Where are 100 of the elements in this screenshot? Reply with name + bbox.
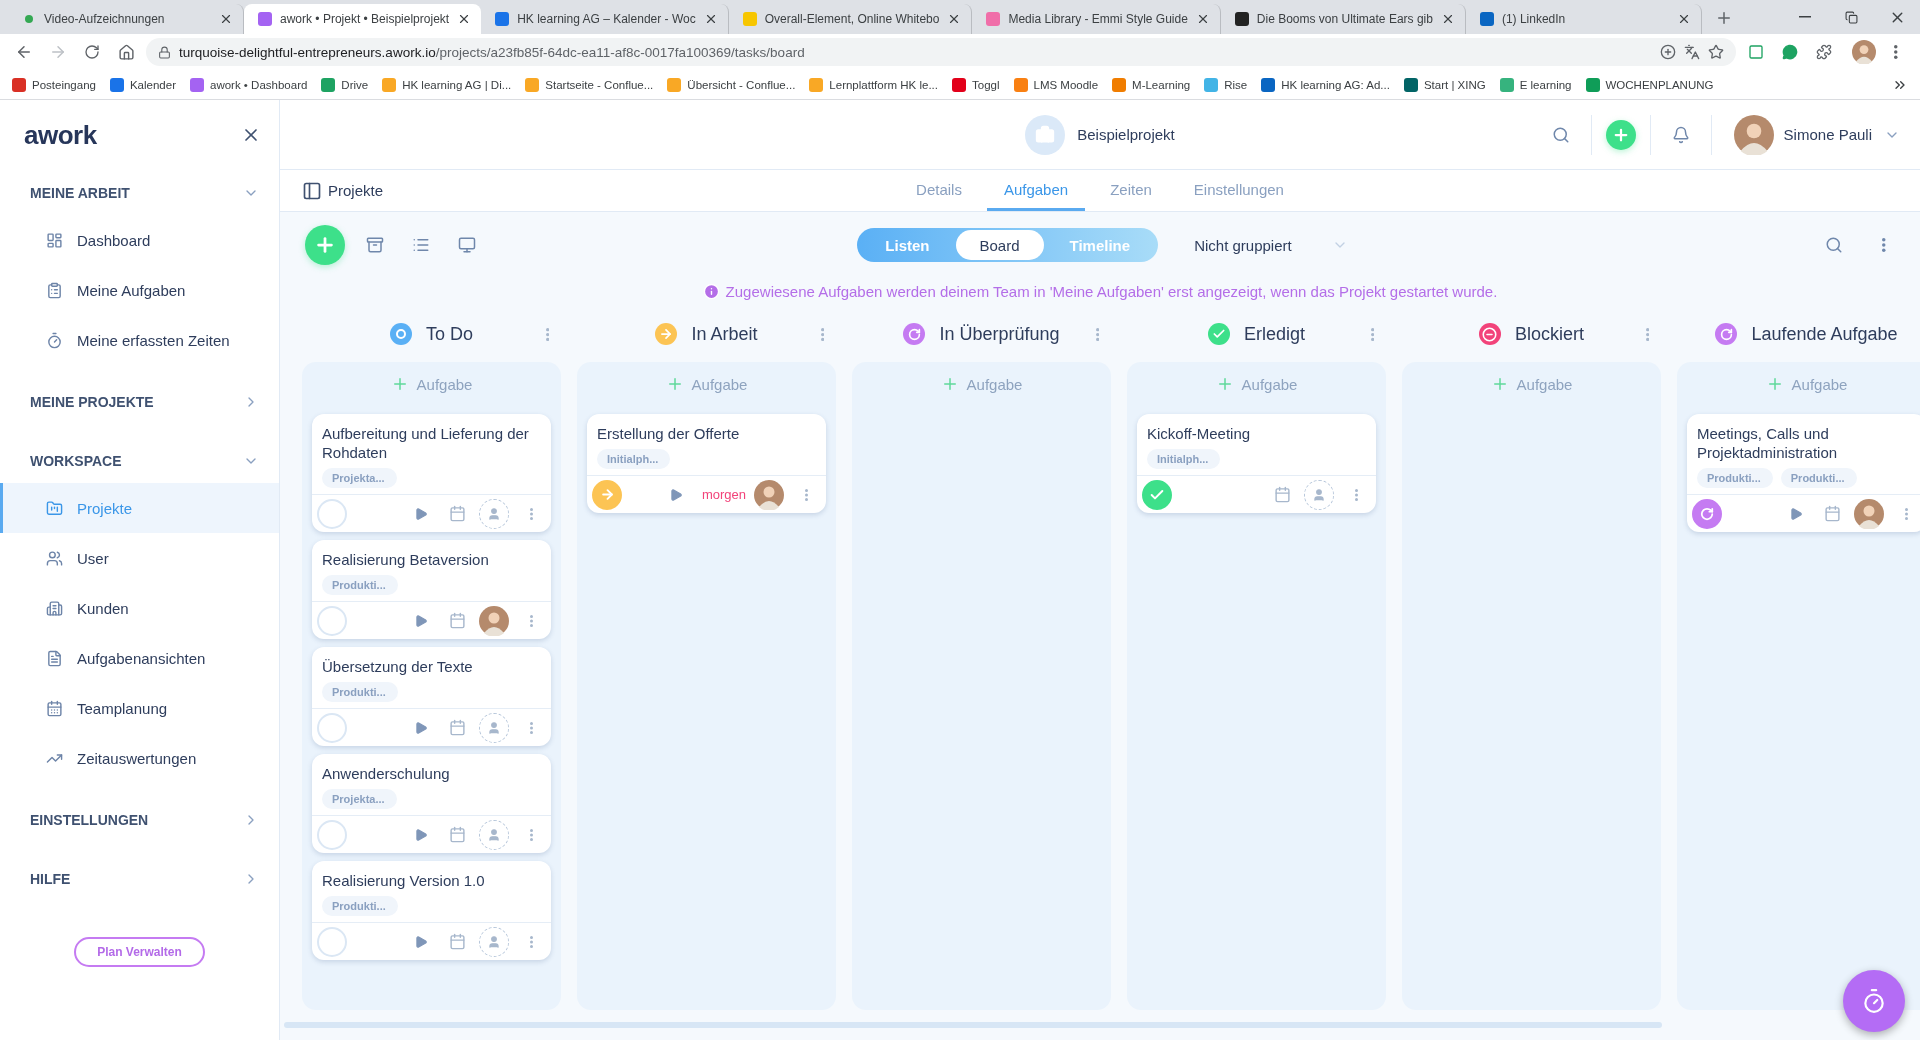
section-header[interactable]: WORKSPACE bbox=[0, 438, 279, 483]
status-circle[interactable] bbox=[317, 712, 347, 743]
nav-item[interactable]: Meine erfassten Zeiten bbox=[0, 315, 279, 365]
task-title: Anwenderschulung bbox=[321, 764, 451, 784]
status-circle[interactable] bbox=[317, 819, 347, 850]
bookmark-link[interactable]: M-Learning bbox=[1112, 77, 1191, 92]
bookmark-link[interactable]: LMS Moodle bbox=[1013, 77, 1099, 92]
bookmark-link[interactable]: E learning bbox=[1499, 77, 1572, 92]
clipboard-icon bbox=[46, 281, 63, 299]
nav-item[interactable]: Teamplanung bbox=[0, 683, 279, 733]
bookmark-link[interactable]: HK learning AG | Di... bbox=[382, 77, 512, 92]
browser-tab[interactable]: Overall-Element, Online Whitebo bbox=[728, 4, 973, 34]
assignee-avatar bbox=[1854, 498, 1884, 529]
nav-item[interactable]: Meine Aufgaben bbox=[0, 265, 279, 315]
bookmark-link[interactable]: Toggl bbox=[952, 77, 1000, 92]
column-menu-button[interactable] bbox=[545, 327, 549, 341]
status-circle[interactable] bbox=[317, 926, 347, 957]
browser-tab[interactable]: Die Booms von Ultimate Ears gib bbox=[1220, 4, 1466, 34]
bookmark-link[interactable]: Drive bbox=[321, 77, 369, 92]
puzzle-icon bbox=[1816, 44, 1832, 60]
play-icon bbox=[414, 720, 428, 735]
calendar-icon bbox=[1273, 486, 1291, 503]
star-icon[interactable] bbox=[1708, 44, 1724, 60]
status-arrow-button[interactable] bbox=[592, 479, 622, 510]
play-icon bbox=[1789, 506, 1803, 521]
task-card[interactable]: Meetings, Calls und Projektadministration Produkti... Produkti... bbox=[1687, 414, 1920, 532]
status-refresh-button[interactable] bbox=[1692, 498, 1722, 529]
address-bar[interactable]: turquoise-delightful-entrepreneurs.awork.io/projects/a23fb85f-64dc-ea11-af8c-0017fa100369/tasks/board bbox=[146, 38, 1736, 66]
task-card[interactable]: Übersetzung der Texte Produkti... bbox=[312, 647, 551, 746]
bookmark-link[interactable]: awork • Dashboard bbox=[190, 77, 308, 92]
section-header[interactable]: HILFE bbox=[0, 856, 279, 901]
kebab-icon bbox=[1095, 327, 1099, 341]
tab-title: (1) LinkedIn bbox=[1501, 12, 1567, 26]
browser-tab[interactable]: awork • Projekt • Beispielprojekt bbox=[244, 4, 482, 34]
task-card[interactable]: Realisierung Betaversion Produkti... bbox=[312, 540, 551, 639]
kebab-icon bbox=[529, 828, 533, 841]
add-task-button[interactable] bbox=[305, 225, 345, 265]
task-card[interactable]: Aufbereitung und Lieferung der Rohdaten Projekta... bbox=[312, 414, 551, 532]
kebab-icon bbox=[1904, 507, 1908, 520]
browser-tab[interactable]: HK learning AG – Kalender - Woc bbox=[481, 4, 729, 34]
kebab-icon bbox=[1354, 488, 1358, 501]
task-title: Kickoff-Meeting bbox=[1146, 424, 1252, 444]
home-icon bbox=[117, 43, 135, 61]
task-tag: Projekta... bbox=[322, 468, 397, 488]
bookmark-link[interactable]: WOCHENPLANUNG bbox=[1585, 77, 1714, 92]
add-button[interactable] bbox=[1605, 119, 1636, 150]
nav-item[interactable]: Dashboard bbox=[0, 215, 279, 265]
bookmark-link[interactable]: HK learning AG: Ad... bbox=[1261, 77, 1390, 92]
bookmark-link[interactable]: Kalender bbox=[109, 77, 176, 92]
translate-icon[interactable] bbox=[1684, 44, 1700, 60]
browser-tab[interactable]: (1) LinkedIn bbox=[1465, 4, 1702, 34]
scrollbar[interactable] bbox=[284, 1022, 1662, 1028]
status-check-button[interactable] bbox=[1142, 479, 1172, 510]
restore-icon bbox=[1844, 10, 1858, 24]
task-tag: Projekta... bbox=[322, 789, 397, 809]
stopwatch-icon bbox=[1861, 988, 1887, 1014]
browser-tab[interactable]: Media Library - Emmi Style Guide bbox=[972, 4, 1221, 34]
grouping-dropdown[interactable]: Nicht gruppiert bbox=[1178, 236, 1348, 254]
task-card[interactable]: Anwenderschulung Projekta... bbox=[312, 754, 551, 853]
task-tag: Initialph... bbox=[597, 449, 671, 469]
add-icon[interactable] bbox=[1660, 44, 1676, 60]
section-header[interactable]: EINSTELLUNGEN bbox=[0, 797, 279, 842]
list-icon bbox=[412, 236, 430, 254]
briefcase-icon bbox=[1035, 124, 1056, 145]
bookmark-link[interactable]: Übersicht - Conflue... bbox=[667, 77, 796, 92]
task-card[interactable]: Kickoff-Meeting Initialph... bbox=[1137, 414, 1376, 513]
task-tag: Produkti... bbox=[322, 896, 398, 916]
column-title: To Do bbox=[426, 323, 473, 345]
task-card[interactable]: Erstellung der Offerte Initialph... morgen bbox=[587, 414, 826, 513]
plan-button[interactable]: Plan Verwalten bbox=[74, 937, 205, 967]
timer-button[interactable] bbox=[1843, 970, 1905, 1032]
breadcrumb-link[interactable]: Projekte bbox=[302, 170, 900, 211]
column-menu-button[interactable] bbox=[1370, 327, 1374, 341]
bookmark-link[interactable]: Posteingang bbox=[12, 77, 96, 92]
info-icon bbox=[702, 282, 720, 300]
nav-item[interactable]: Aufgabenansichten bbox=[0, 633, 279, 683]
close-icon[interactable] bbox=[219, 12, 233, 26]
calendar-icon bbox=[1823, 505, 1841, 522]
section-header[interactable]: MEINE ARBEIT bbox=[0, 170, 279, 215]
person-icon bbox=[487, 720, 501, 735]
column-menu-button[interactable] bbox=[820, 327, 824, 341]
column-menu-button[interactable] bbox=[1645, 327, 1649, 341]
calendar-icon bbox=[448, 719, 466, 736]
column-menu-button[interactable] bbox=[1095, 327, 1099, 341]
due-date[interactable]: morgen bbox=[701, 487, 746, 502]
task-card[interactable]: Realisierung Version 1.0 Produkti... bbox=[312, 861, 551, 960]
section-header[interactable]: MEINE PROJEKTE bbox=[0, 379, 279, 424]
nav-item[interactable]: Zeitauswertungen bbox=[0, 733, 279, 783]
column-title: In Arbeit bbox=[691, 323, 758, 345]
nav-item[interactable]: User bbox=[0, 533, 279, 583]
nav-item[interactable]: Kunden bbox=[0, 583, 279, 633]
task-title: Erstellung der Offerte bbox=[596, 424, 741, 444]
user-name[interactable]: Simone Pauli bbox=[1783, 126, 1872, 143]
bookmark-link[interactable]: Start | XING bbox=[1403, 77, 1486, 92]
bookmark-link[interactable]: Lernplattform HK le... bbox=[809, 77, 938, 92]
bookmark-link[interactable]: Rise bbox=[1204, 77, 1248, 92]
status-circle[interactable] bbox=[317, 498, 347, 529]
bookmark-link[interactable]: Startseite - Conflue... bbox=[525, 77, 654, 92]
status-circle[interactable] bbox=[317, 605, 347, 636]
view-option[interactable]: Board bbox=[955, 230, 1044, 260]
